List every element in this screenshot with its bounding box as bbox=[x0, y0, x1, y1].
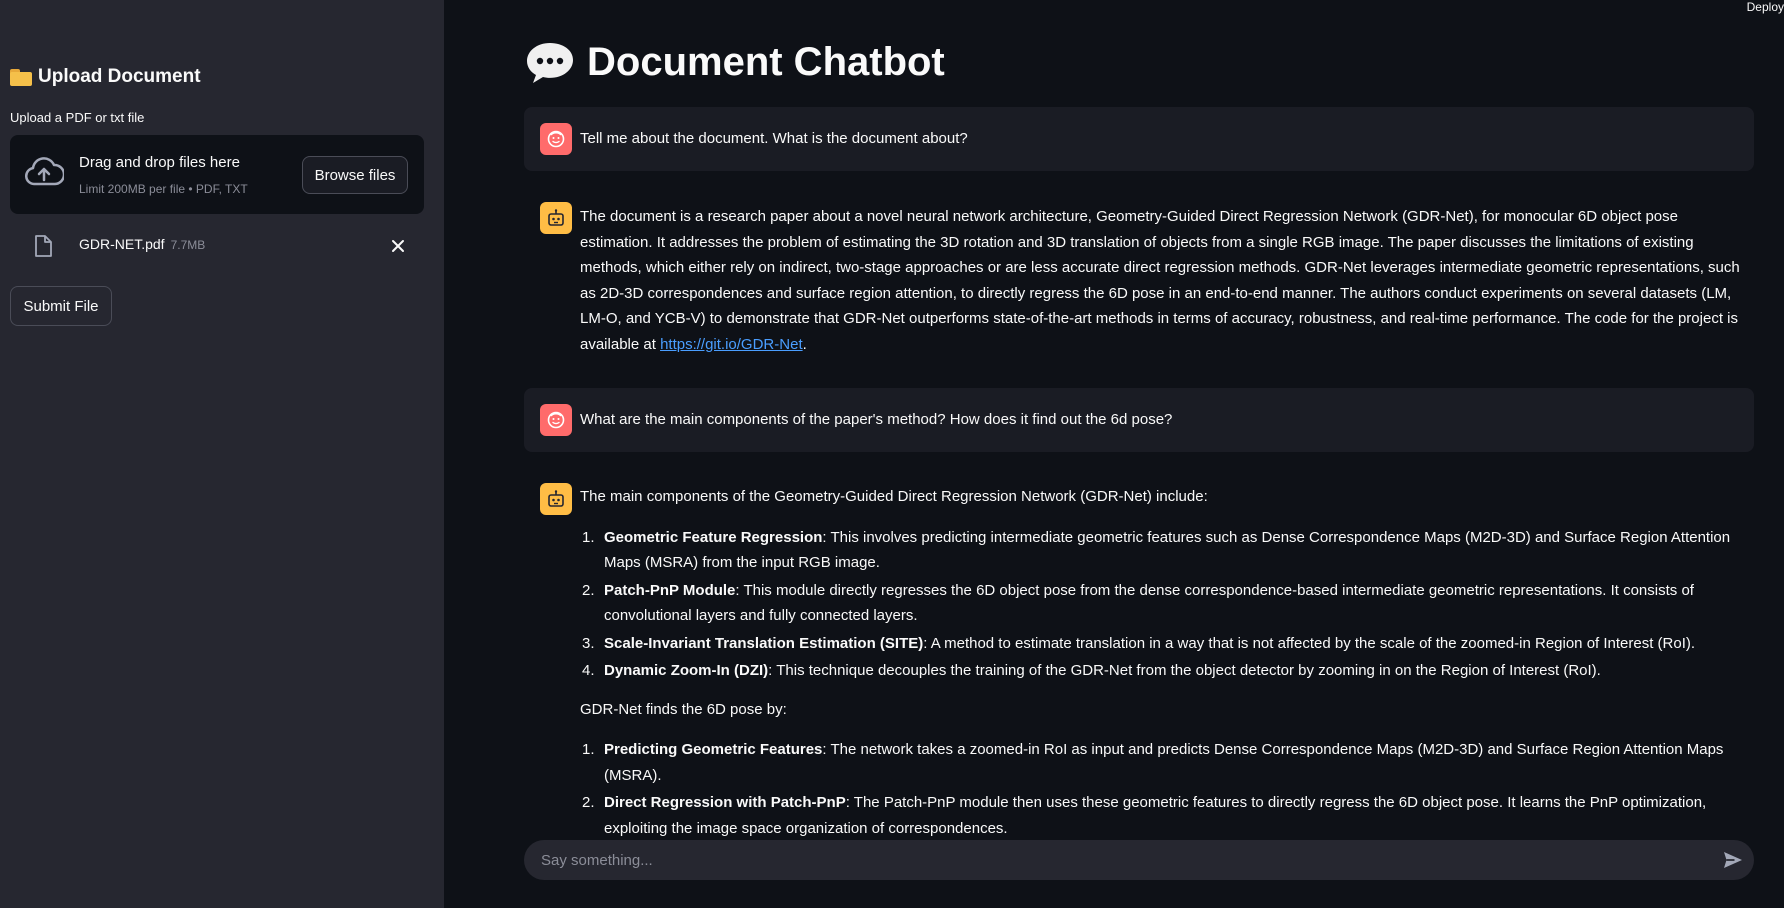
sidebar: Upload Document Upload a PDF or txt file… bbox=[0, 0, 444, 908]
message-intro: The main components of the Geometry-Guid… bbox=[580, 488, 1208, 505]
dropzone-title: Drag and drop files here bbox=[79, 154, 240, 171]
deploy-button[interactable]: Deploy bbox=[1747, 0, 1784, 14]
file-name: GDR-NET.pdf 7.7MB bbox=[79, 236, 205, 252]
list-item: 1. Geometric Feature Regression: This inv… bbox=[580, 525, 1754, 576]
list-desc: : A method to estimate translation in a … bbox=[923, 634, 1696, 652]
message-trailing: . bbox=[802, 335, 807, 353]
message-text: The document is a research paper about a… bbox=[580, 204, 1754, 357]
components-list: 1. Geometric Feature Regression: This inv… bbox=[580, 525, 1754, 684]
user-avatar-icon bbox=[540, 123, 572, 155]
list-term: Direct Regression with Patch-PnP bbox=[604, 794, 846, 811]
list-item: 1. Predicting Geometric Features: The net… bbox=[580, 737, 1754, 788]
close-icon[interactable] bbox=[390, 238, 406, 254]
speech-bubble-icon bbox=[527, 42, 573, 83]
message-middle: GDR-Net finds the 6D pose by: bbox=[580, 700, 787, 718]
list-item: 3. Scale-Invariant Translation Estimation… bbox=[580, 631, 1754, 657]
file-name-text: GDR-NET.pdf bbox=[79, 236, 165, 252]
sidebar-title-text: Upload Document bbox=[38, 66, 201, 87]
pose-steps-list: 1. Predicting Geometric Features: The net… bbox=[580, 737, 1754, 841]
submit-file-button[interactable]: Submit File bbox=[10, 286, 112, 326]
chat-input[interactable] bbox=[524, 840, 1754, 880]
chat-message-assistant: The main components of the Geometry-Guid… bbox=[524, 468, 1754, 837]
list-item: 2. Patch-PnP Module: This module directly… bbox=[580, 578, 1754, 629]
chat-message-assistant: The document is a research paper about a… bbox=[524, 188, 1754, 358]
list-number: 4. bbox=[582, 662, 595, 679]
browse-files-button[interactable]: Browse files bbox=[302, 156, 408, 194]
list-term: Geometric Feature Regression bbox=[604, 528, 823, 546]
file-icon bbox=[35, 235, 52, 257]
file-size: 7.7MB bbox=[170, 238, 206, 252]
chat-message-user: Tell me about the document. What is the … bbox=[524, 107, 1754, 171]
chat-message-user: What are the main components of the pape… bbox=[524, 388, 1754, 452]
message-text: What are the main components of the pape… bbox=[580, 411, 1173, 428]
page-title: Document Chatbot bbox=[525, 40, 945, 85]
list-term: Predicting Geometric Features bbox=[604, 741, 823, 758]
list-desc: : This module directly regresses the 6D … bbox=[604, 581, 1694, 625]
list-desc: : This technique decouples the training … bbox=[768, 662, 1601, 679]
message-body: The document is a research paper about a… bbox=[580, 208, 1740, 353]
send-icon[interactable] bbox=[1722, 849, 1744, 871]
list-number: 1. bbox=[582, 528, 595, 546]
project-code-link[interactable]: https://git.io/GDR-Net bbox=[660, 336, 803, 353]
sidebar-title: Upload Document bbox=[10, 66, 201, 88]
folder-icon bbox=[10, 68, 32, 86]
list-term: Patch-PnP Module bbox=[604, 581, 736, 599]
bot-avatar-icon bbox=[540, 202, 572, 234]
list-number: 3. bbox=[582, 634, 595, 652]
page-title-text: Document Chatbot bbox=[587, 40, 945, 84]
uploader-label: Upload a PDF or txt file bbox=[10, 110, 145, 125]
user-avatar-icon bbox=[540, 404, 572, 436]
list-item: 4. Dynamic Zoom-In (DZI): This technique … bbox=[580, 658, 1754, 684]
list-number: 2. bbox=[582, 794, 595, 811]
message-text: The main components of the Geometry-Guid… bbox=[580, 484, 1754, 843]
list-term: Scale-Invariant Translation Estimation (… bbox=[604, 634, 924, 652]
list-number: 1. bbox=[582, 741, 595, 758]
file-dropzone[interactable]: Drag and drop files here Limit 200MB per… bbox=[10, 135, 424, 214]
uploaded-file-row: GDR-NET.pdf 7.7MB bbox=[10, 230, 424, 262]
list-term: Dynamic Zoom-In (DZI) bbox=[604, 662, 769, 679]
list-number: 2. bbox=[582, 581, 595, 599]
cloud-upload-icon bbox=[25, 157, 64, 186]
list-item: 2. Direct Regression with Patch-PnP: The … bbox=[580, 790, 1754, 841]
message-text: Tell me about the document. What is the … bbox=[580, 130, 968, 147]
bot-avatar-icon bbox=[540, 483, 572, 515]
dropzone-limit: Limit 200MB per file • PDF, TXT bbox=[79, 182, 248, 196]
